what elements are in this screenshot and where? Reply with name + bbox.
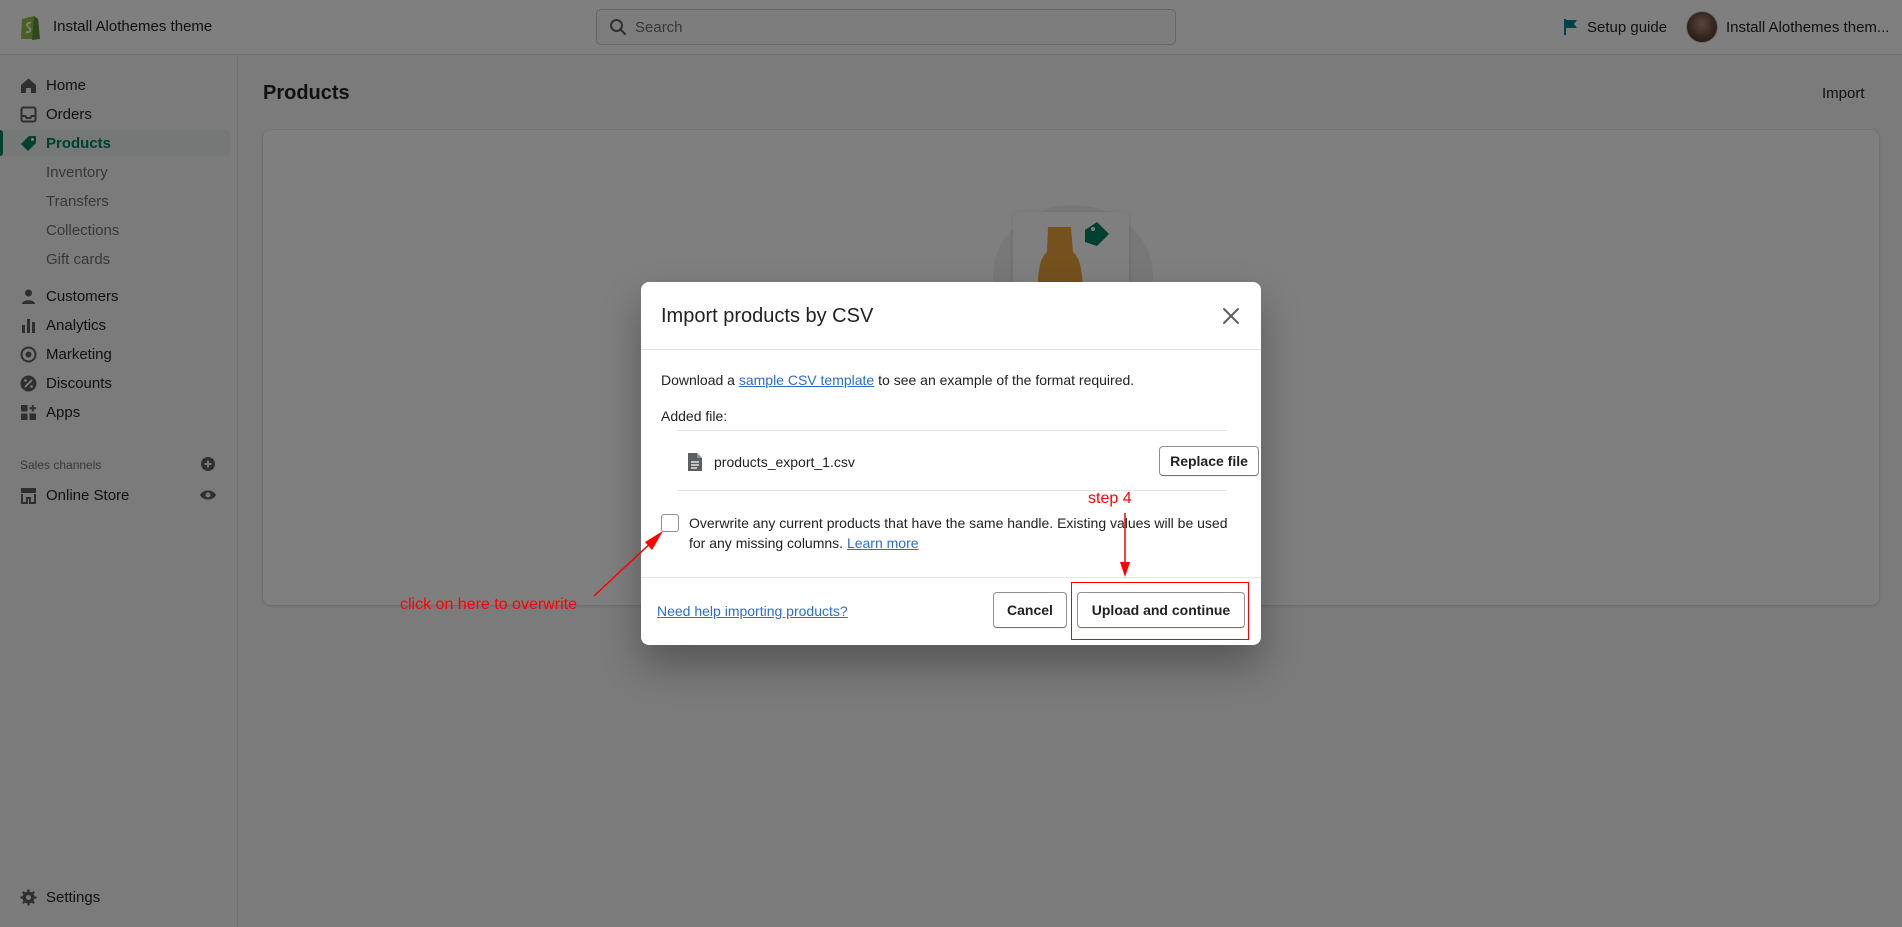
close-icon: [1223, 308, 1239, 324]
replace-file-button[interactable]: Replace file: [1159, 446, 1259, 476]
overwrite-hint-annotation: click on here to overwrite: [400, 596, 577, 613]
overwrite-label: Overwrite any current products that have…: [689, 513, 1239, 553]
learn-more-link[interactable]: Learn more: [847, 535, 919, 551]
file-row: products_export_1.csv Replace file: [677, 430, 1259, 491]
description-suffix: to see an example of the format required…: [874, 372, 1135, 388]
modal-header: Import products by CSV: [641, 282, 1261, 350]
close-button[interactable]: [1217, 302, 1245, 330]
overwrite-checkbox[interactable]: [661, 514, 679, 532]
overwrite-text: Overwrite any current products that have…: [689, 515, 1228, 551]
help-importing-link[interactable]: Need help importing products?: [657, 603, 848, 619]
file-icon: [688, 453, 702, 471]
file-name: products_export_1.csv: [714, 454, 855, 470]
added-file-label: Added file:: [661, 408, 728, 424]
modal-title: Import products by CSV: [661, 305, 874, 327]
description-prefix: Download a: [661, 372, 739, 388]
cancel-button[interactable]: Cancel: [993, 592, 1067, 628]
modal-description: Download a sample CSV template to see an…: [661, 372, 1134, 388]
sample-csv-link[interactable]: sample CSV template: [739, 372, 874, 388]
upload-highlight-box: [1071, 582, 1249, 640]
step-annotation: step 4: [1088, 490, 1132, 507]
